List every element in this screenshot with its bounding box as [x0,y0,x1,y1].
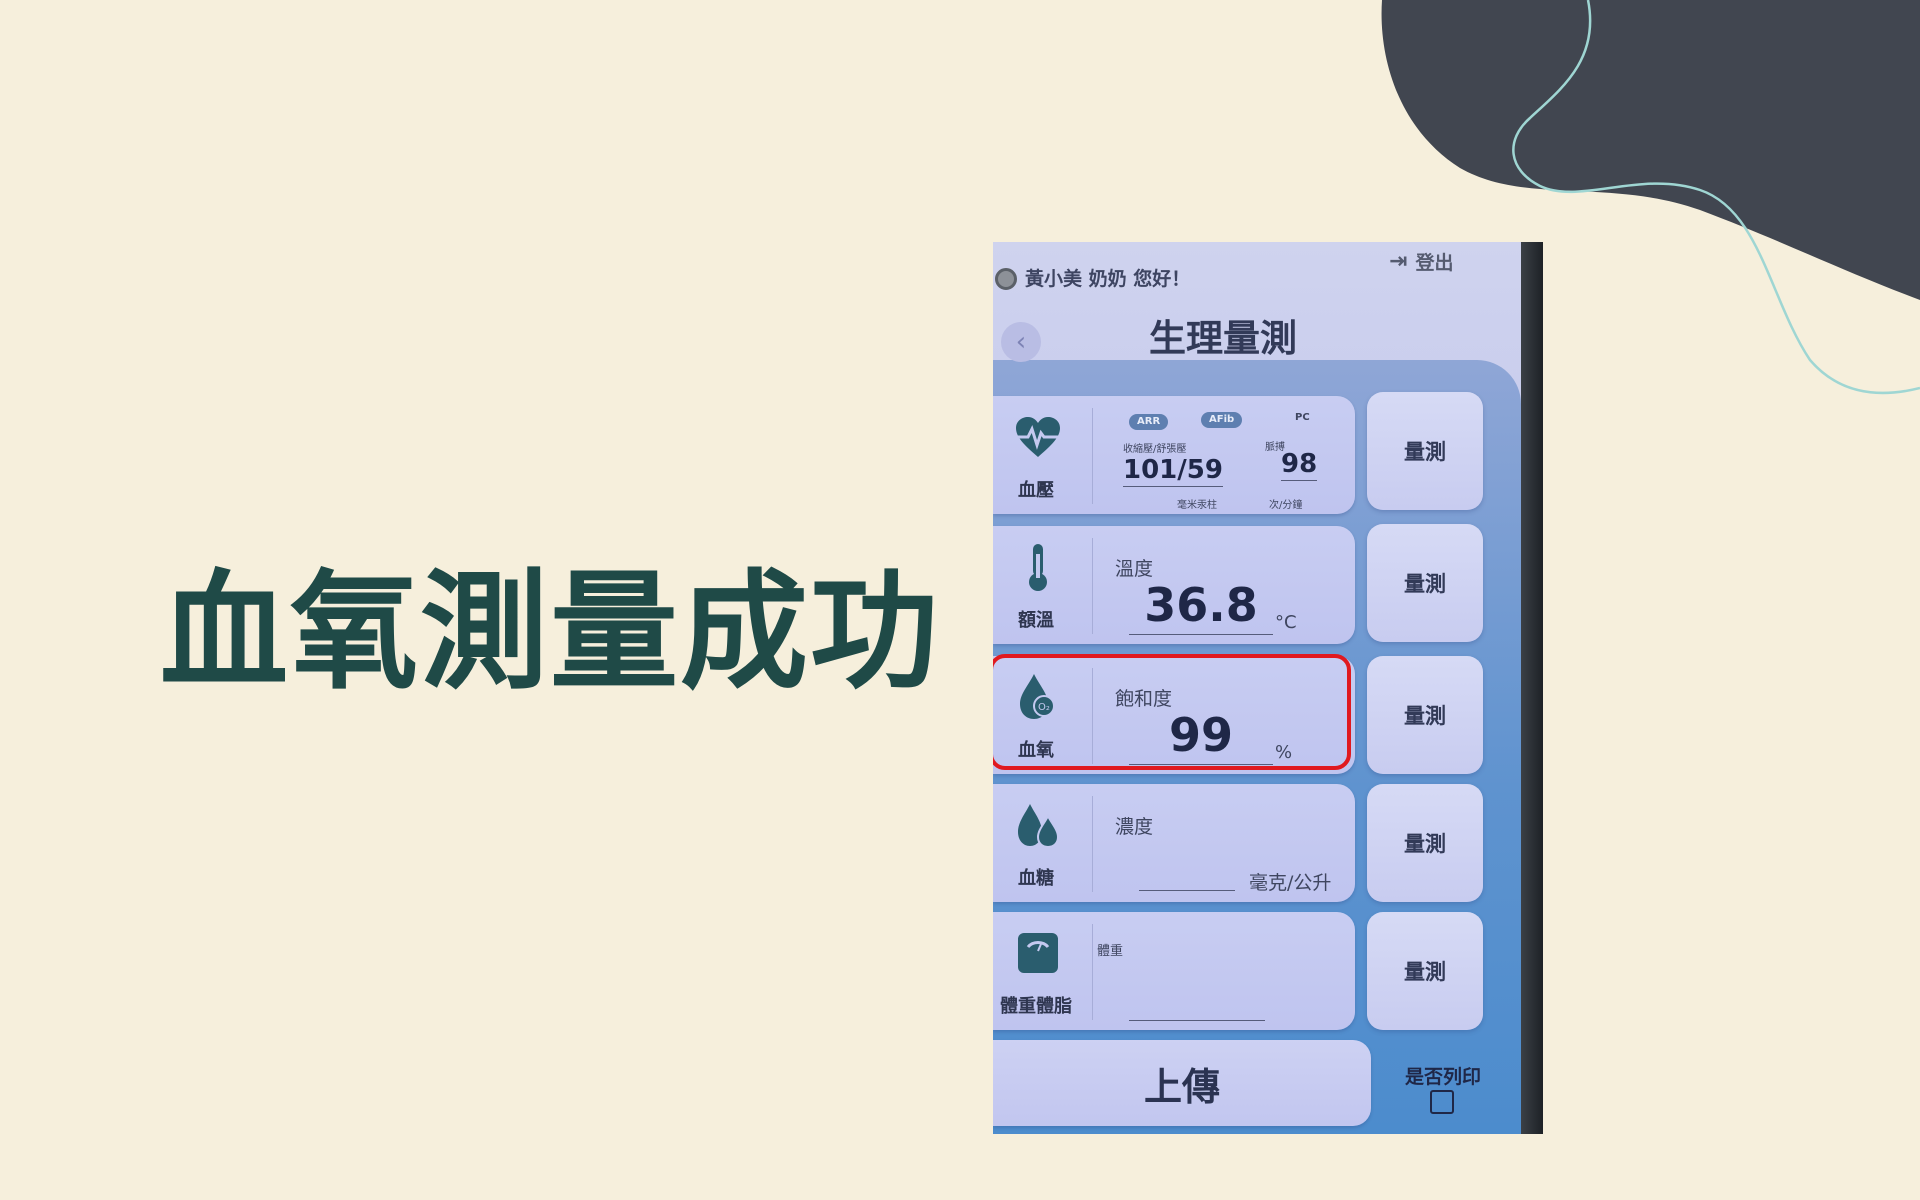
weight-label: 體重 [1097,944,1124,959]
glucose-unit: 毫克/公升 [1249,872,1332,894]
pressure-value: 101/59 [1123,455,1223,487]
blood-pressure-category: 血壓 [1018,480,1054,501]
temperature-icon-col: 額溫 [993,538,1093,634]
blood-glucose-icon-col: 血糖 [993,796,1093,892]
weight-value-line [1129,1020,1265,1021]
scale-icon [1011,928,1065,978]
highlight-frame [993,654,1351,770]
heart-pulse-icon [1011,412,1065,462]
temperature-value: 36.8 [1129,576,1273,635]
weight-card: 體重體脂 體重 [993,912,1355,1030]
blood-pressure-card: 血壓 ARR AFib PC 收縮壓/舒張壓 101/59 毫米汞柱 脈搏 98… [993,396,1355,514]
temperature-category: 額溫 [1018,610,1054,631]
print-checkbox[interactable] [1430,1090,1454,1114]
screen-bezel [1521,242,1543,1134]
concentration-label: 濃度 [1115,816,1154,838]
measure-button-blood-oxygen[interactable]: 量測 [1367,656,1483,774]
logout-button[interactable]: ⇥ 登出 [1389,246,1453,276]
pc-badge: PC [1295,412,1310,423]
glucose-value-line [1139,890,1235,891]
measure-button-weight[interactable]: 量測 [1367,912,1483,1030]
blood-glucose-category: 血糖 [1018,868,1054,889]
pressure-unit: 毫米汞柱 [1177,500,1217,511]
slide-title: 血氧測量成功 [160,558,941,707]
temperature-unit: °C [1275,612,1297,633]
measure-button-blood-pressure[interactable]: 量測 [1367,392,1483,510]
temperature-card: 額溫 溫度 36.8 °C [993,526,1355,644]
pressure-label: 收縮壓/舒張壓 [1123,444,1187,455]
pulse-unit: 次/分鐘 [1269,500,1303,511]
blood-pressure-icon-col: 血壓 [993,408,1093,504]
screen-title: 生理量測 [1149,317,1297,360]
weight-category: 體重體脂 [1000,996,1072,1017]
user-avatar-icon [995,268,1017,290]
measure-button-blood-glucose[interactable]: 量測 [1367,784,1483,902]
logout-label: 登出 [1415,251,1454,274]
top-bar: 黃小美 奶奶 您好！ ⇥ 登出 [993,242,1521,306]
kiosk-screen-photo: 黃小美 奶奶 您好！ ⇥ 登出 ‹ 生理量測 血壓 ARR AFib PC 收縮… [993,242,1543,1134]
print-label: 是否列印 [1404,1066,1481,1088]
arr-badge: ARR [1129,414,1169,430]
weight-icon-col: 體重體脂 [993,924,1093,1020]
pulse-value: 98 [1281,449,1318,481]
logout-icon: ⇥ [1389,248,1408,274]
upload-button[interactable]: 上傳 [993,1040,1371,1126]
thermometer-icon [1011,542,1065,592]
measure-button-temperature[interactable]: 量測 [1367,524,1483,642]
blood-drops-icon [1011,800,1065,850]
blood-glucose-card: 血糖 濃度 毫克/公升 [993,784,1355,902]
greeting-text: 黃小美 奶奶 您好！ [1025,268,1191,290]
afib-badge: AFib [1201,412,1243,428]
